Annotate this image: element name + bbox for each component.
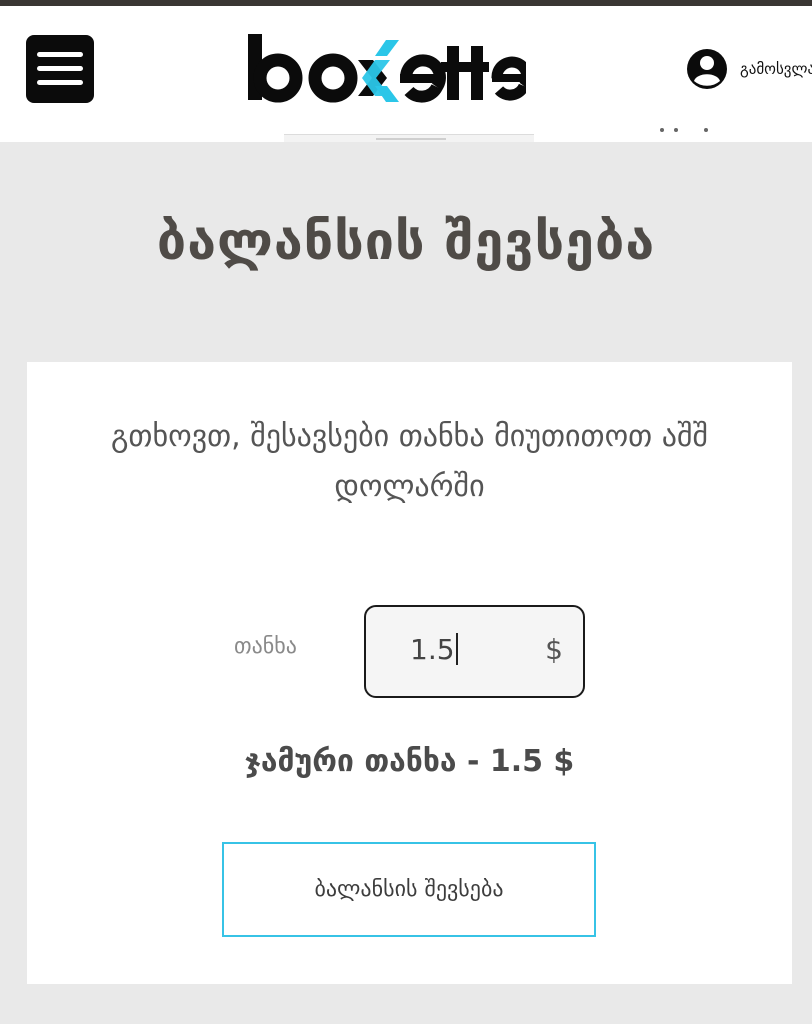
hamburger-icon-line	[37, 66, 83, 71]
balance-form-card: გთხოვთ, შესავსები თანხა მიუთითოთ აშშ დოლ…	[27, 362, 792, 984]
amount-input-value: 1.5	[410, 633, 458, 666]
currency-symbol: $	[545, 633, 563, 666]
top-up-balance-button[interactable]: ბალანსის შევსება	[222, 842, 596, 937]
text-caret	[455, 633, 458, 665]
amount-input[interactable]: 1.5 $	[364, 605, 585, 698]
hamburger-menu-button[interactable]	[26, 35, 94, 103]
site-header: გამოსვლა	[0, 6, 812, 142]
page-title: ბალანსის შევსება	[156, 212, 656, 272]
total-amount: ჯამური თანხა - 1.5 $	[244, 744, 575, 779]
logout-button[interactable]: გამოსვლა	[686, 46, 812, 92]
instruction-text: გთხოვთ, შესავსები თანხა მიუთითოთ აშშ დოლ…	[111, 419, 708, 504]
hamburger-icon-line	[37, 52, 83, 57]
amount-label: თანხა	[234, 634, 297, 659]
boxette-logo[interactable]	[246, 20, 526, 112]
header-divider	[284, 134, 534, 142]
logout-label: გამოსვლა	[740, 60, 812, 78]
user-circle-icon	[687, 49, 727, 89]
hamburger-icon-line	[37, 80, 83, 85]
decorative-dots	[656, 126, 716, 134]
